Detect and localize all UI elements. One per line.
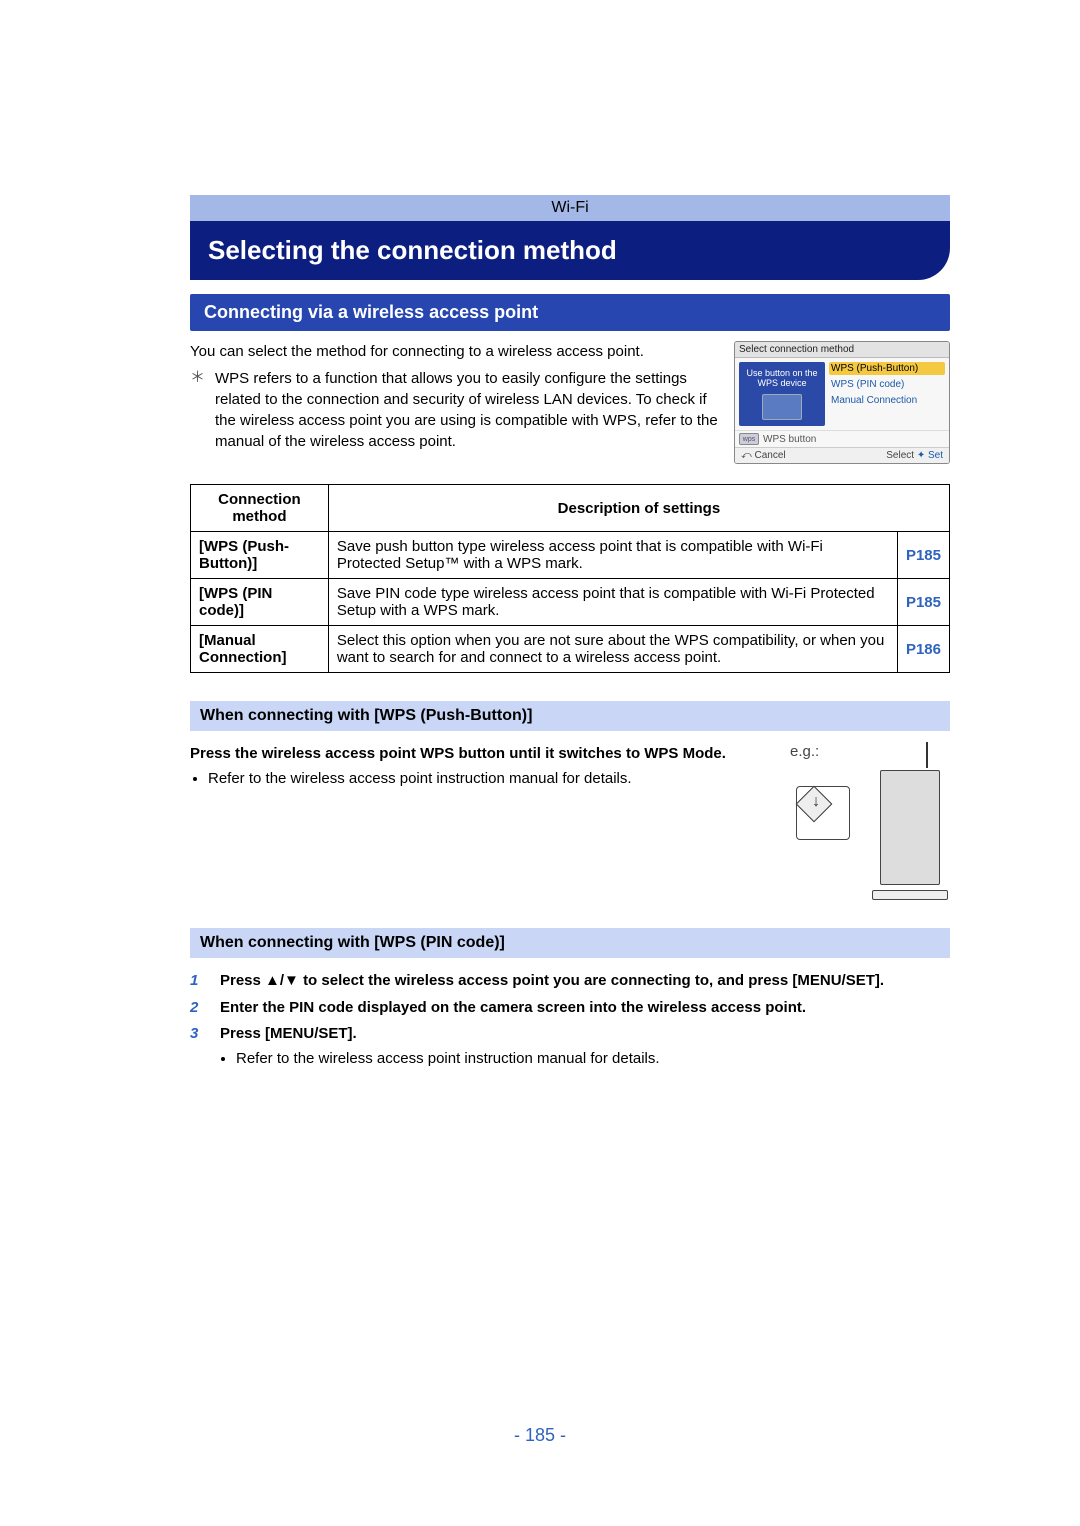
table-row: [WPS (Push-Button)] Save push button typ… [191,532,950,579]
table-header-desc: Description of settings [328,485,949,532]
section-subtitle: Connecting via a wireless access point [190,294,950,331]
step-number: 1 [190,970,206,993]
page-number: - 185 - [0,1425,1080,1446]
page-content: Wi-Fi Selecting the connection method Co… [190,195,950,1074]
section-bar: When connecting with [WPS (PIN code)] [190,928,950,958]
desc-cell: Select this option when you are not sure… [328,626,897,673]
method-cell: [WPS (Push-Button)] [191,532,329,579]
category-label: Wi-Fi [190,195,950,221]
intro-block: You can select the method for connecting… [190,341,950,464]
preview-select: Select [886,450,914,461]
preview-wps-row: wps WPS button [735,430,949,447]
wps-note: WPS refers to a function that allows you… [215,368,724,452]
page-title: Selecting the connection method [190,221,950,280]
preview-option: WPS (PIN code) [829,378,945,391]
page-ref-link[interactable]: P185 [897,579,949,626]
preview-set: ✦ [917,450,928,461]
wps-push-instruction: Press the wireless access point WPS butt… [190,745,726,762]
step-subnote: Refer to the wireless access point instr… [236,1048,950,1071]
table-header-method: Connection method [191,485,329,532]
step-number: 2 [190,997,206,1020]
wps-device-icon [762,394,802,420]
preview-title: Select connection method [735,342,949,358]
page-ref-link[interactable]: P185 [897,532,949,579]
table-row: [Manual Connection] Select this option w… [191,626,950,673]
step-text: Enter the PIN code displayed on the came… [220,997,950,1020]
desc-cell: Save PIN code type wireless access point… [328,579,897,626]
step-number: 3 [190,1023,206,1070]
router-illustration [790,760,950,900]
method-cell: [WPS (PIN code)] [191,579,329,626]
intro-text: You can select the method for connecting… [190,343,644,360]
preview-left-pane: Use button on the WPS device [739,362,825,426]
step-text: Press [MENU/SET]. Refer to the wireless … [220,1023,950,1070]
page-ref-link[interactable]: P186 [897,626,949,673]
method-cell: [Manual Connection] [191,626,329,673]
preview-option-selected: WPS (Push-Button) [829,362,945,375]
camera-screen-preview: Select connection method Use button on t… [734,341,950,464]
step-text: Press ▲/▼ to select the wireless access … [220,970,950,993]
desc-cell: Save push button type wireless access po… [328,532,897,579]
preview-cancel: ⤺ Cancel [741,450,786,461]
table-row: [WPS (PIN code)] Save PIN code type wire… [191,579,950,626]
asterisk-icon: ＊ [190,368,205,452]
section-bar: When connecting with [WPS (Push-Button)] [190,701,950,731]
wps-push-note: Refer to the wireless access point instr… [208,768,772,789]
pin-code-steps: 1 Press ▲/▼ to select the wireless acces… [190,970,950,1070]
connection-method-table: Connection method Description of setting… [190,484,950,673]
preview-option: Manual Connection [829,394,945,407]
